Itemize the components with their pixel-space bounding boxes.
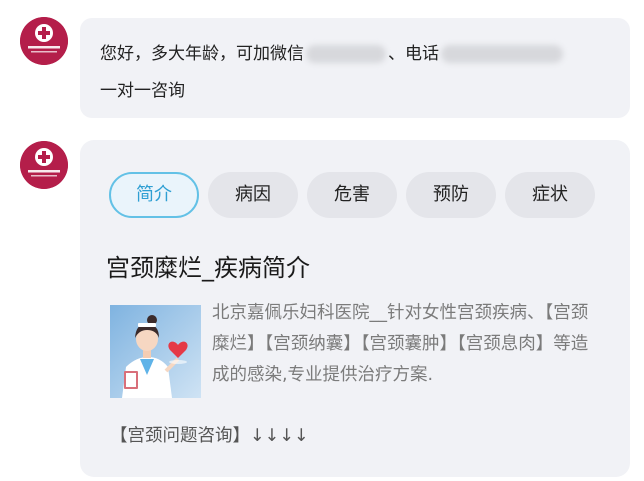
- message-bubble: 您好，多大年龄，可加微信 、电话 一对一咨询: [80, 18, 630, 118]
- doctor-with-heart-icon: [110, 305, 201, 398]
- tab-prevention[interactable]: 预防: [406, 172, 496, 218]
- card-description: 北京嘉佩乐妇科医院__针对女性宫颈疾病、【宫颈糜烂】【宫颈纳囊】【宫颈囊肿】【宫…: [212, 303, 589, 385]
- hospital-logo-icon: [20, 17, 68, 65]
- hospital-logo-avatar[interactable]: [20, 17, 68, 65]
- tab-harm[interactable]: 危害: [307, 172, 397, 218]
- hospital-logo-avatar[interactable]: [20, 141, 68, 189]
- message-text: 您好，多大年龄，可加微信: [100, 44, 304, 64]
- message-text: 、电话: [388, 44, 439, 64]
- tab-intro[interactable]: 简介: [109, 172, 199, 218]
- info-card: 简介 病因 危害 预防 症状 宫颈糜烂_疾病简介 北京嘉佩乐妇科医院__针对女性…: [80, 140, 630, 477]
- doctor-illustration: [110, 305, 201, 398]
- topic-tabs: 简介 病因 危害 预防 症状: [109, 172, 629, 218]
- tab-cause[interactable]: 病因: [208, 172, 298, 218]
- chat-panel: 您好，多大年龄，可加微信 、电话 一对一咨询 简介 病因 危害 预防 症状 宫颈糜…: [0, 0, 644, 481]
- message-line-1: 您好，多大年龄，可加微信 、电话: [100, 36, 610, 73]
- card-title: 宫颈糜烂_疾病简介: [106, 254, 310, 282]
- consult-link[interactable]: 【宫颈问题咨询】↓↓↓↓: [110, 421, 309, 451]
- redacted-wechat-id: [306, 45, 386, 63]
- message-line-2: 一对一咨询: [100, 81, 185, 101]
- redacted-phone-number: [441, 45, 563, 63]
- tab-symptoms[interactable]: 症状: [505, 172, 595, 218]
- hospital-logo-icon: [20, 141, 68, 189]
